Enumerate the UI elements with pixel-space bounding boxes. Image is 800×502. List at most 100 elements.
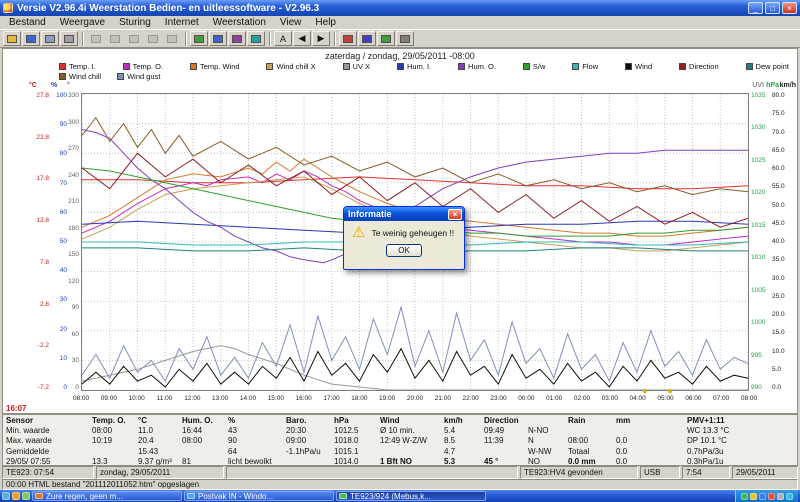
legend-label: Wind: [635, 62, 652, 71]
table-cell: N-NO: [525, 426, 565, 435]
tray-icon-4[interactable]: [768, 493, 775, 500]
axis--ticks: 3303002702402101801501209060300: [66, 93, 79, 391]
quicklaunch-icon-3[interactable]: [22, 492, 30, 500]
day-view-button[interactable]: [339, 31, 357, 46]
minimize-button[interactable]: _: [748, 2, 763, 14]
settings-button[interactable]: [396, 31, 414, 46]
copy-button: [87, 31, 105, 46]
taskbar-button-zure-regen-geen-m[interactable]: Zure regen, geen m...: [32, 491, 182, 501]
legend-row-1: Temp. I.Temp. O.Temp. WindWind chill XUV…: [59, 62, 789, 71]
grid-view-button[interactable]: [228, 31, 246, 46]
open-button[interactable]: [3, 31, 21, 46]
x-tick-label: 12:00: [184, 395, 200, 402]
windows-taskbar: Zure regen, geen m...Postvak IN - Windo.…: [0, 490, 800, 502]
axis-tick: -2.2: [27, 343, 49, 349]
tray-icon-6[interactable]: [786, 493, 793, 500]
legend-item-direction: Direction: [679, 62, 719, 71]
save-button[interactable]: [22, 31, 40, 46]
table-row: 29/05/ 07:5513.39.37 g/m³81licht bewolkt…: [3, 457, 797, 466]
axis-tick: 40.0: [772, 239, 794, 245]
text-button[interactable]: A: [274, 31, 292, 46]
menu-help[interactable]: Help: [308, 17, 343, 28]
dialog-title-bar[interactable]: Informatie ×: [344, 207, 464, 221]
axis-tick: 20: [51, 327, 67, 333]
axis-tick: 80: [51, 151, 67, 157]
axis-tick: 1035: [751, 93, 771, 99]
x-tick-label: 18:00: [351, 395, 367, 402]
x-tick-label: 03:00: [602, 395, 618, 402]
axis-tick: 990: [751, 385, 771, 391]
quicklaunch-icon-1[interactable]: [2, 492, 10, 500]
tray-icon-2[interactable]: [750, 493, 757, 500]
menu-view[interactable]: View: [273, 17, 309, 28]
axis-tick: 210: [66, 199, 79, 205]
status-panel-6: 7:54: [682, 466, 730, 479]
graph-view-button[interactable]: [209, 31, 227, 46]
taskbar-button-postvak-in-windo[interactable]: Postvak IN - Windo...: [184, 491, 334, 501]
redo-button: [144, 31, 162, 46]
axis-tick: 17.8: [27, 176, 49, 182]
x-tick-label: 04:00: [630, 395, 646, 402]
menu-sturing[interactable]: Sturing: [112, 17, 158, 28]
dialog-message: Te weinig geheugen !!: [371, 228, 454, 238]
table-cell: W-NW: [525, 447, 565, 456]
legend-color-icon: [458, 63, 465, 70]
axis-tick: 1025: [751, 158, 771, 164]
menu-bestand[interactable]: Bestand: [2, 17, 53, 28]
legend-color-icon: [679, 63, 686, 70]
maximize-button[interactable]: □: [765, 2, 780, 14]
close-button[interactable]: ×: [782, 2, 797, 14]
axis-tick: 22.8: [27, 135, 49, 141]
legend-color-icon: [117, 73, 124, 80]
x-tick-label: 00:00: [518, 395, 534, 402]
axis-tick: 300: [66, 120, 79, 126]
print-button[interactable]: [60, 31, 78, 46]
axis-tick: 90: [51, 122, 67, 128]
axis-tick: 120: [66, 279, 79, 285]
export-button[interactable]: [41, 31, 59, 46]
table-cell: Totaal: [565, 447, 613, 456]
axis-unit-km-h: km/h: [780, 82, 796, 89]
table-cell: 5.3: [441, 457, 481, 466]
legend-color-icon: [343, 63, 350, 70]
menu-internet[interactable]: Internet: [158, 17, 206, 28]
taskbar-button-te923-924-mebus-k[interactable]: TE923/924 (Mebus,k...: [336, 491, 486, 501]
week-view-button[interactable]: [358, 31, 376, 46]
axis-tick: 1010: [751, 255, 771, 261]
table-cell: Sensor: [3, 416, 89, 425]
axis-tick: 30: [66, 358, 79, 364]
legend-label: Wind gust: [127, 72, 160, 81]
menu-weergave[interactable]: Weergave: [53, 17, 112, 28]
tray-icon-3[interactable]: [759, 493, 766, 500]
table-cell: Temp. O.: [89, 416, 135, 425]
status-panel-4: TE923:HV4 gevonden: [520, 466, 638, 479]
tray-icon-1[interactable]: [741, 493, 748, 500]
x-tick-label: 08:00: [741, 395, 757, 402]
dialog-ok-button[interactable]: OK: [386, 244, 422, 257]
table-cell: Baro.: [283, 416, 331, 425]
month-view-button[interactable]: [377, 31, 395, 46]
dialog-close-icon[interactable]: ×: [448, 209, 462, 220]
prev-button[interactable]: ◀: [293, 31, 311, 46]
axis-tick: 45.0: [772, 221, 794, 227]
table-cell: 12:49 W-Z/W: [377, 436, 441, 445]
graph-view-icon: [213, 35, 223, 43]
x-tick-label: 15:00: [268, 395, 284, 402]
table-cell: mm: [613, 416, 647, 425]
axis-tick: 995: [751, 353, 771, 359]
x-tick-label: 01:00: [546, 395, 562, 402]
refresh-button[interactable]: [247, 31, 265, 46]
x-tick-label: 11:00: [157, 395, 173, 402]
menu-weerstation[interactable]: Weerstation: [206, 17, 273, 28]
table-view-button[interactable]: [190, 31, 208, 46]
next-button[interactable]: ▶: [312, 31, 330, 46]
table-cell: 0.3hPa/1u: [647, 457, 797, 466]
x-tick-label: 23:00: [490, 395, 506, 402]
tray-icon-5[interactable]: [777, 493, 784, 500]
sun-marker-icon: [643, 389, 647, 393]
quicklaunch-icon-2[interactable]: [12, 492, 20, 500]
copy-icon: [91, 35, 101, 43]
table-cell: 15.43: [135, 447, 179, 456]
axis-tick: 5.0: [772, 367, 794, 373]
toolbar-separator: [334, 32, 335, 46]
